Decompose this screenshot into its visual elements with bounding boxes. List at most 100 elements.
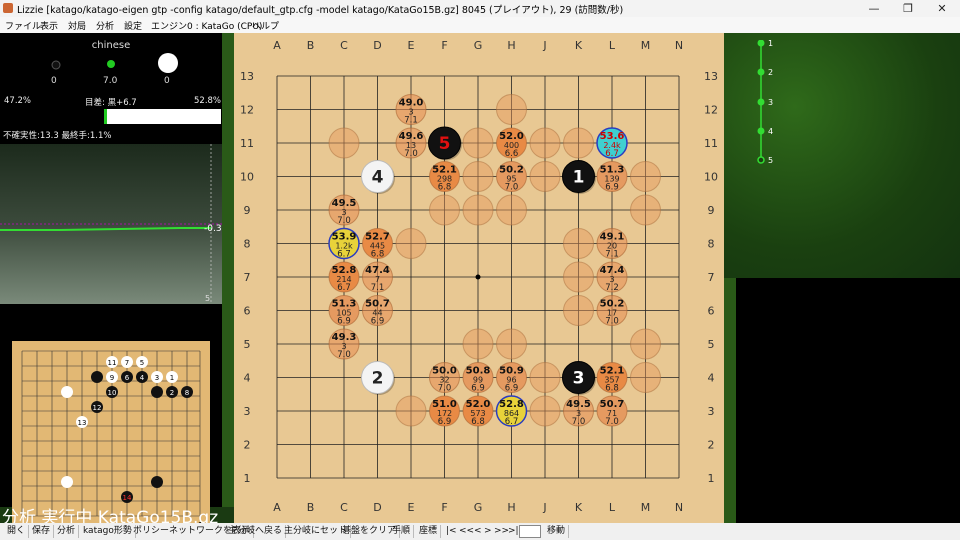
tree-node-icon: [757, 127, 765, 135]
lizzie-app-icon: [3, 3, 13, 13]
candidate-move: [563, 127, 594, 159]
move-order-button[interactable]: 手順: [389, 525, 415, 538]
column-label: B: [307, 39, 315, 52]
score-diff: 目差: 黒+6.7: [85, 98, 137, 108]
return-main-branch-button[interactable]: 主分岐へ戻る: [225, 525, 287, 538]
suggestion-score: 6.8: [371, 250, 385, 260]
row-label: 6: [708, 305, 715, 318]
menu-settings[interactable]: 設定: [124, 19, 142, 32]
white-captures: 0: [164, 76, 170, 86]
row-label: 10: [240, 171, 254, 184]
black-captures: 0: [51, 76, 57, 86]
suggestion-score: 7.1: [404, 116, 418, 126]
winrate-graph[interactable]: -0.3 5: [0, 144, 222, 304]
menu-engine[interactable]: エンジン0 : KataGo (CPU): [151, 19, 262, 32]
column-label: K: [575, 501, 583, 514]
star-point: [475, 274, 481, 280]
window-title: Lizzie [katago/katago-eigen gtp -config …: [17, 5, 624, 16]
winrate-line: [0, 227, 211, 231]
candidate-move: [496, 194, 527, 226]
candidate-move: [462, 127, 494, 159]
maximize-button[interactable]: ❐: [891, 0, 925, 17]
candidate-move: [630, 328, 661, 360]
suggestion-score: 7.1: [605, 250, 619, 260]
row-label: 6: [244, 305, 251, 318]
row-label: 1: [244, 472, 251, 485]
suggestion-score: 6.7: [337, 250, 351, 260]
graph-move-number: 5: [205, 294, 211, 303]
row-label: 8: [244, 238, 251, 251]
column-label: A: [273, 501, 281, 514]
main-board[interactable]: A A B B C C D D E E F F G G H H J J K K L L M M N N 13 13 12 12 11 11 10…: [234, 33, 724, 523]
svg-text:3: 3: [155, 374, 159, 382]
menu-file[interactable]: ファイル: [5, 19, 41, 32]
suggestion-score: 6.8: [438, 183, 452, 193]
suggestion-score: 7.0: [605, 417, 619, 427]
menu-view[interactable]: 表示: [40, 19, 58, 32]
row-label: 9: [708, 204, 715, 217]
goto-move-button[interactable]: 移動: [544, 525, 570, 538]
close-button[interactable]: ✕: [925, 0, 959, 17]
column-label: H: [507, 39, 515, 52]
column-label: M: [641, 501, 651, 514]
winrate-meter: [1, 109, 221, 124]
stone-move-number: 2: [372, 369, 384, 389]
variation-tree[interactable]: 1 2 3 4 5: [756, 40, 796, 170]
coordinates-button[interactable]: 座標: [416, 525, 442, 538]
suggestion-score: 6.9: [471, 384, 485, 394]
move-number-input[interactable]: [519, 525, 541, 538]
row-label: 13: [704, 70, 718, 83]
open-button[interactable]: 開く: [4, 525, 30, 538]
svg-text:8: 8: [185, 389, 189, 397]
tree-label: 5: [768, 156, 773, 165]
stone-move-number: 3: [573, 369, 585, 389]
suggestion-score: 7.2: [605, 283, 619, 293]
candidate-move: [496, 328, 527, 360]
svg-text:9: 9: [110, 374, 114, 382]
katago-estimate-button[interactable]: katago形勢: [80, 525, 136, 538]
column-label: D: [373, 39, 381, 52]
menu-help[interactable]: ヘルプ: [252, 19, 279, 32]
row-label: 5: [708, 338, 715, 351]
row-label: 11: [240, 137, 254, 150]
column-label: E: [408, 39, 415, 52]
capture-panel: chinese 0 7.0 0: [0, 33, 222, 93]
suggestion-score: 6.9: [438, 417, 452, 427]
candidate-move: [496, 94, 527, 125]
candidate-move: [529, 161, 561, 192]
stone-move-number: 1: [573, 168, 585, 188]
candidate-move: [395, 228, 427, 259]
suggestion-score: 6.9: [337, 317, 351, 327]
suggestion-score: 6.7: [605, 149, 619, 159]
column-label: N: [675, 39, 683, 52]
tree-node-icon: [757, 40, 765, 47]
row-label: 9: [244, 204, 251, 217]
column-label: C: [340, 501, 348, 514]
suggestion-score: 6.8: [471, 417, 485, 427]
row-label: 13: [240, 70, 254, 83]
menu-analyze[interactable]: 分析: [96, 19, 114, 32]
menu-game[interactable]: 対局: [68, 19, 86, 32]
svg-text:14: 14: [123, 494, 132, 502]
row-label: 2: [244, 439, 251, 452]
row-label: 7: [244, 271, 251, 284]
row-label: 7: [708, 271, 715, 284]
candidate-move: [630, 161, 661, 192]
candidate-move: [462, 161, 494, 192]
menu-bar: ファイル 表示 対局 分析 設定 エンジン0 : KataGo (CPU) ヘル…: [0, 17, 960, 33]
suggestion-score: 7.0: [404, 149, 418, 159]
suggestion-score: 7.0: [605, 317, 619, 327]
column-label: H: [507, 501, 515, 514]
graph-value: -0.3: [204, 224, 222, 234]
analyze-button[interactable]: 分析: [54, 525, 80, 538]
uncertainty-text: 不確実性:13.3 最終手:1.1%: [3, 131, 112, 141]
tree-label: 1: [768, 40, 773, 48]
title-bar: Lizzie [katago/katago-eigen gtp -config …: [0, 0, 960, 17]
suggestion-score: 6.6: [505, 149, 519, 159]
row-label: 11: [704, 137, 718, 150]
suggestion-score: 7.1: [371, 283, 385, 293]
minimize-button[interactable]: —: [857, 0, 891, 17]
svg-text:11: 11: [108, 359, 117, 367]
save-button[interactable]: 保存: [29, 525, 55, 538]
column-label: G: [474, 39, 483, 52]
